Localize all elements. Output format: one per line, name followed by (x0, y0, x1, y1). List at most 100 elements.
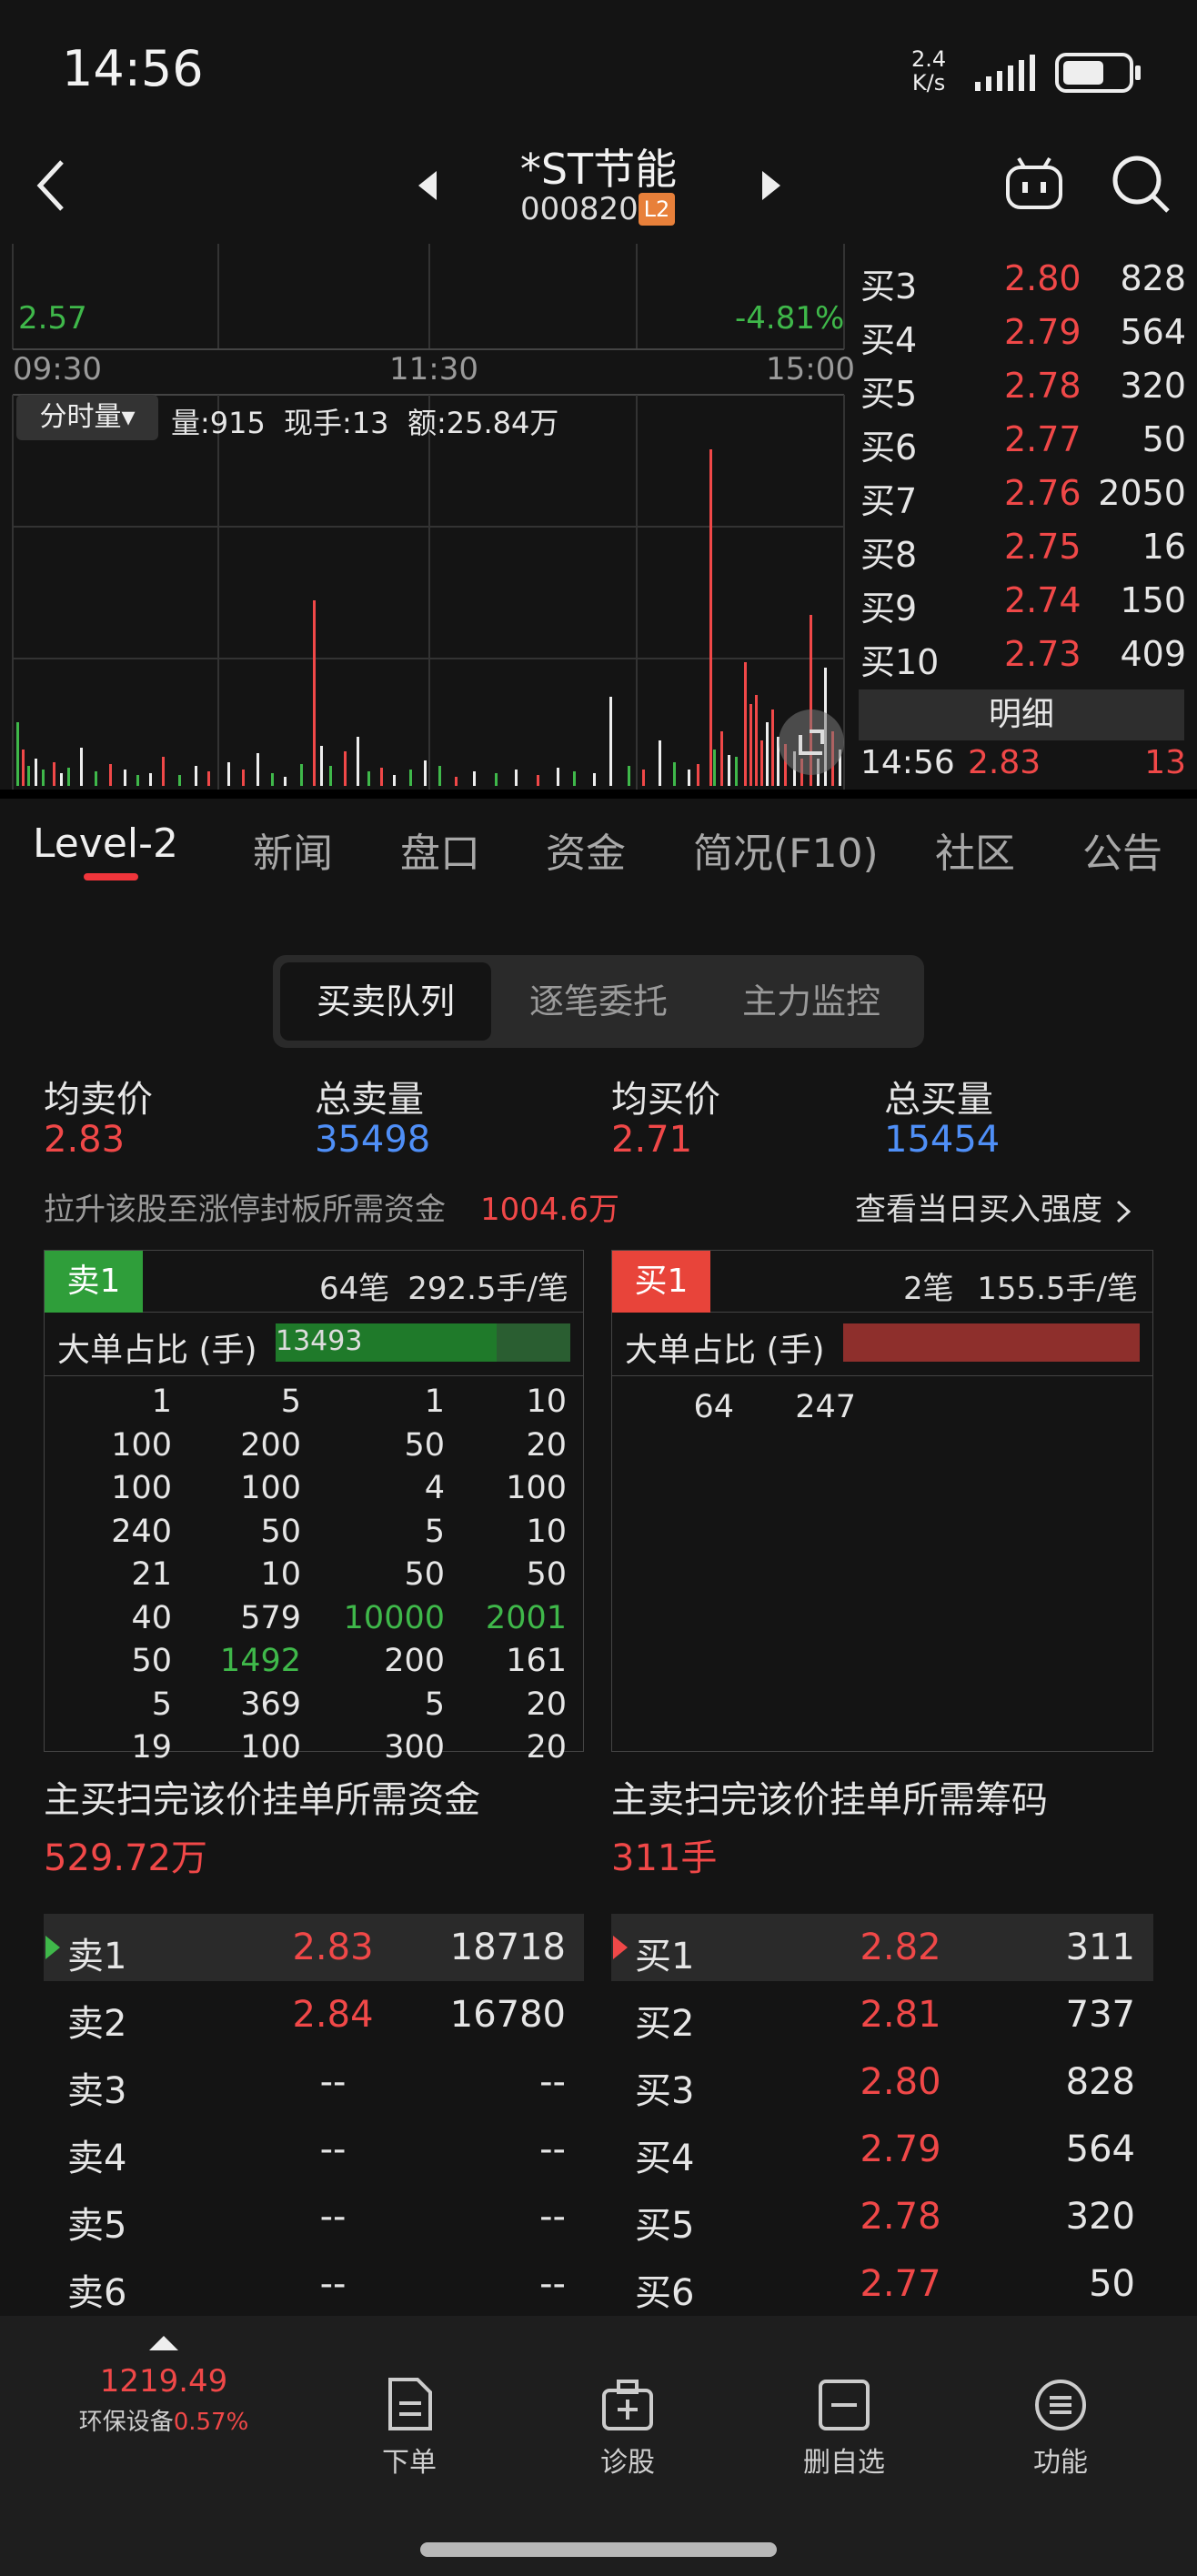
sell-queue-cell: 50 (526, 1556, 567, 1593)
sell-queue-cell: 5 (280, 1384, 301, 1420)
depth-label: 卖1 (67, 1936, 127, 1977)
sell-depth-row[interactable]: 卖2 2.84 16780 (44, 1981, 584, 2048)
depth-volume: -- (539, 2263, 566, 2305)
sell-queue-cell: 200 (240, 1426, 301, 1464)
side-book-label: 买5 (860, 374, 918, 414)
tick-volume: 13 (1144, 744, 1186, 781)
nav-place-order[interactable]: 下单 (337, 2376, 482, 2480)
side-book-price: 2.80 (1004, 258, 1081, 298)
robot-assistant-icon[interactable] (1004, 155, 1064, 215)
tab-handicap[interactable]: 盘口 (400, 820, 480, 879)
chart-toggle-button[interactable] (779, 709, 844, 775)
sell-queue-cell: 10 (526, 1384, 567, 1420)
volume-bar (697, 764, 699, 786)
volume-bar (393, 775, 396, 786)
side-book-volume: 564 (1120, 312, 1186, 352)
buy-depth-row[interactable]: 买2 2.81 737 (611, 1981, 1153, 2048)
sell-queue-cell: 1 (151, 1384, 172, 1420)
sell-depth-row[interactable]: 卖5 -- -- (44, 2183, 584, 2250)
buy-depth-row[interactable]: 买4 2.79 564 (611, 2116, 1153, 2183)
sell-depth-row[interactable]: 卖4 -- -- (44, 2116, 584, 2183)
buy-strength-link[interactable]: 查看当日买入强度 (855, 1184, 1134, 1229)
battery-icon (1055, 53, 1141, 93)
depth-volume: -- (539, 2128, 566, 2170)
buy-queue-tag: 买1 (612, 1251, 710, 1313)
volume-bar (573, 771, 576, 786)
detail-button[interactable]: 明细 (859, 689, 1184, 740)
tab-announcements[interactable]: 公告 (1082, 820, 1162, 879)
sell-depth-row[interactable]: 卖6 -- -- (44, 2250, 584, 2314)
buy-depth-row[interactable]: 买6 2.77 50 (611, 2250, 1153, 2314)
side-book-volume: 50 (1142, 419, 1186, 459)
nav-remove-watchlist[interactable]: 删自选 (771, 2376, 917, 2480)
section-divider (0, 790, 1197, 799)
side-book-label: 买4 (860, 320, 918, 360)
buy-big-order-row: 大单占比 (手) (612, 1313, 1152, 1376)
depth-price: 2.79 (860, 2128, 941, 2170)
sell-queue-avg: 292.5手/笔 (407, 1271, 568, 1307)
volume-bar (709, 449, 712, 786)
total-sell-label: 总卖量 (315, 1079, 424, 1121)
sell-queue-cell: 1492 (219, 1643, 301, 1679)
depth-label: 买4 (635, 2138, 695, 2179)
sell-depth-row[interactable]: 卖1 2.83 18718 (44, 1914, 584, 1981)
network-speed: 2.4 K/s (911, 47, 946, 95)
tick-time: 14:56 (860, 744, 955, 781)
buy-depth-row[interactable]: 买5 2.78 320 (611, 2183, 1153, 2250)
limit-up-funds-label: 拉升该股至涨停封板所需资金 (44, 1192, 446, 1228)
depth-price: 2.77 (860, 2263, 941, 2305)
nav-functions-label: 功能 (1033, 2447, 1088, 2479)
side-book-label: 买3 (860, 267, 918, 307)
buy-queue-avg: 155.5手/笔 (977, 1271, 1138, 1307)
tab-level2[interactable]: Level-2 (33, 820, 178, 867)
side-book-price: 2.76 (1004, 473, 1081, 513)
sector-index-widget[interactable]: 1219.49 环保设备0.57% (55, 2334, 273, 2437)
sell-big-order-value: 13493 (276, 1325, 363, 1357)
buy-depth-row[interactable]: 买3 2.80 828 (611, 2048, 1153, 2116)
depth-label: 买6 (635, 2272, 695, 2314)
nav-diagnose[interactable]: 诊股 (555, 2376, 700, 2480)
segment-order-by-order[interactable]: 逐笔委托 (493, 962, 704, 1041)
volume-bar (242, 770, 245, 786)
chevron-right-icon (1116, 1200, 1132, 1223)
volume-bar (642, 770, 645, 786)
volume-bar (313, 600, 316, 786)
home-indicator[interactable] (420, 2542, 777, 2557)
next-stock-icon[interactable] (759, 167, 784, 204)
tab-news[interactable]: 新闻 (253, 820, 333, 879)
volume-bar (628, 766, 630, 786)
avg-sell-value: 2.83 (44, 1119, 126, 1161)
volume-bar (207, 771, 210, 786)
active-tab-indicator (84, 873, 138, 880)
nav-functions[interactable]: 功能 (988, 2376, 1133, 2480)
sell-queue-cell: 20 (526, 1685, 567, 1723)
minus-square-icon (819, 2380, 870, 2430)
segment-buy-sell-queue[interactable]: 买卖队列 (280, 962, 491, 1041)
volume-bar (688, 770, 690, 786)
volume-bar (27, 766, 30, 786)
volume-bar (438, 766, 441, 786)
volume-bar (537, 775, 539, 786)
tab-funds[interactable]: 资金 (546, 820, 626, 879)
side-book-price: 2.79 (1004, 312, 1081, 352)
network-speed-value: 2.4 (911, 46, 947, 72)
depth-volume: 18718 (449, 1927, 566, 1968)
search-icon[interactable] (1110, 153, 1173, 216)
tab-f10[interactable]: 简况(F10) (693, 820, 879, 879)
volume-bar (256, 753, 259, 786)
total-sell-value: 35498 (315, 1119, 431, 1161)
volume-bar (593, 773, 596, 786)
buy-queue-header: 买1 2笔 155.5手/笔 (612, 1251, 1152, 1313)
depth-price: -- (319, 2263, 347, 2305)
volume-bar (659, 740, 661, 786)
sell-depth-row[interactable]: 卖3 -- -- (44, 2048, 584, 2116)
buy-depth-row[interactable]: 买1 2.82 311 (611, 1914, 1153, 1981)
segment-main-force-monitor[interactable]: 主力监控 (706, 962, 917, 1041)
tab-community[interactable]: 社区 (935, 820, 1015, 879)
intraday-chart[interactable]: 2.57 -4.81% 09:30 11:30 15:00 分时量▾ 量:915… (0, 244, 855, 790)
depth-price: -- (319, 2061, 347, 2103)
side-book-row: 买8 2.75 16 (859, 527, 1186, 580)
nav-remove-watchlist-label: 删自选 (803, 2447, 885, 2479)
sell-queue-cell: 50 (404, 1556, 445, 1593)
sell-queue-cell: 5 (424, 1513, 445, 1550)
